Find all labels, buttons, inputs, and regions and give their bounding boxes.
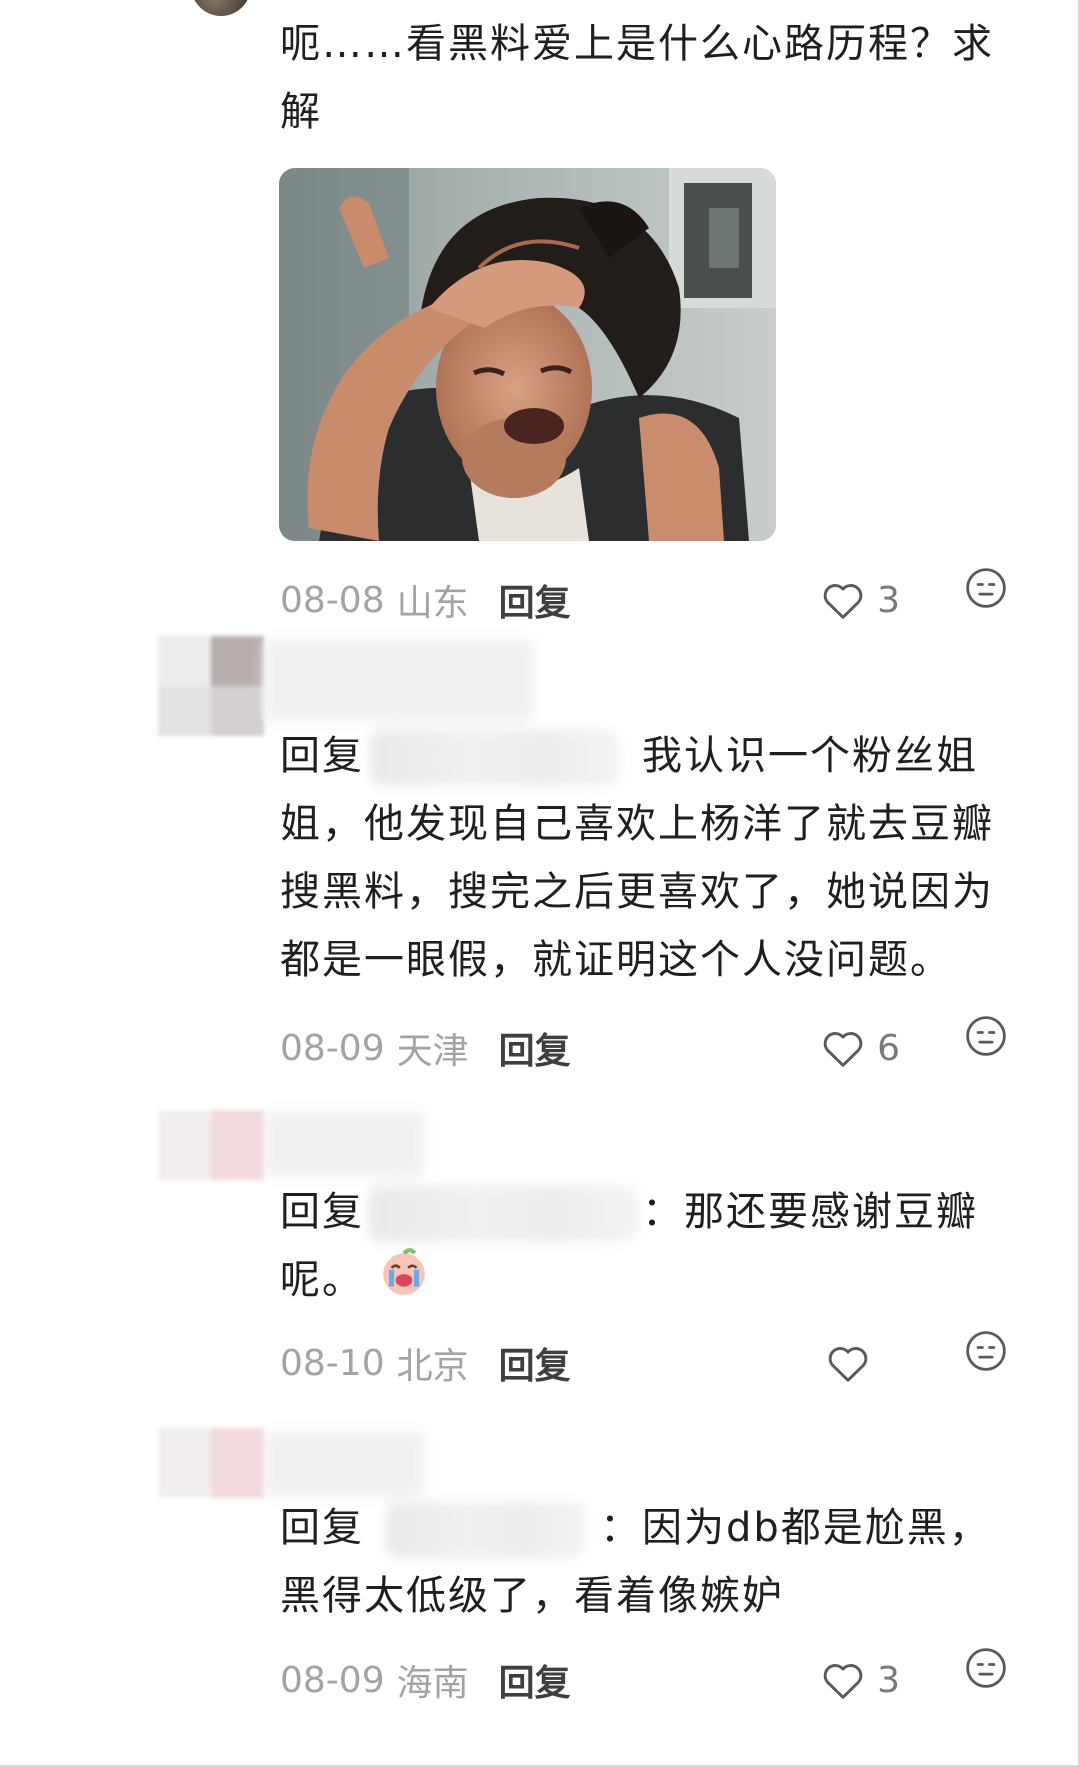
avatar[interactable] [158, 636, 264, 736]
comment-text: 回复 ：因为db都是尬黑，黑得太低级了，看着像嫉妒 [280, 1494, 1020, 1630]
comment-meta: 08-09 天津 回复 [280, 1018, 1020, 1078]
comment-location: 山东 [396, 583, 469, 624]
separator: ： [642, 1189, 684, 1235]
heart-outline-icon [828, 1347, 868, 1382]
heart-outline-icon [823, 1032, 863, 1067]
comment-date: 08-10 [280, 1342, 385, 1384]
comment-date: 08-09 [280, 1027, 385, 1069]
comment-location: 天津 [396, 1031, 469, 1072]
reply-button[interactable]: 回复 [499, 1654, 571, 1706]
comment-text: 呃……看黑料爱上是什么心路历程？求解 [280, 21, 994, 135]
meme-image-drawing [279, 168, 776, 541]
like-count: 6 [877, 1027, 900, 1069]
comment-text: 回复 我认识一个粉丝姐姐，他发现自己喜欢上杨洋了就去豆瓣搜黑料，搜完之后更喜欢了，… [280, 722, 1020, 994]
avatar[interactable] [158, 1110, 264, 1180]
neutral-face-icon [966, 1648, 1006, 1688]
comment-meta: 08-10 北京 回复 [280, 1333, 1020, 1393]
like-count: 3 [877, 1659, 900, 1701]
reply-prefix: 回复 [280, 1189, 364, 1235]
comment-location: 北京 [396, 1346, 469, 1387]
emoji-reaction-button[interactable] [965, 1015, 1007, 1061]
separator: ： [600, 1505, 642, 1551]
neutral-face-icon [966, 1331, 1006, 1371]
like-button[interactable] [826, 1333, 882, 1393]
reply-button[interactable]: 回复 [499, 1337, 571, 1389]
heart-outline-icon [823, 584, 863, 619]
comment-location: 海南 [396, 1663, 469, 1704]
neutral-face-icon [966, 1016, 1006, 1056]
emoji-reaction-button[interactable] [965, 1647, 1007, 1693]
like-button[interactable]: 6 [821, 1018, 900, 1078]
mention-redacted[interactable] [370, 730, 620, 786]
comment-text: 回复 ：那还要感谢豆瓣呢。 [280, 1178, 1020, 1318]
comment-date: 08-09 [280, 1659, 385, 1701]
like-button[interactable]: 3 [821, 570, 900, 630]
comment-meta: 08-08 山东 回复 [280, 570, 1020, 630]
comment-meta: 08-09 海南 回复 [280, 1650, 1020, 1710]
emoji-reaction-button[interactable] [965, 1330, 1007, 1376]
username-redacted[interactable] [264, 640, 534, 720]
avatar[interactable] [158, 1428, 264, 1498]
username-redacted[interactable] [264, 1112, 424, 1176]
username-redacted[interactable] [264, 1432, 424, 1496]
crying-emoji-sticker [379, 1247, 429, 1318]
like-button[interactable]: 3 [821, 1650, 900, 1710]
comment-date: 08-08 [280, 579, 385, 621]
mention-redacted[interactable] [368, 1186, 638, 1242]
meme-image[interactable] [279, 168, 776, 541]
emoji-reaction-button[interactable] [965, 567, 1007, 613]
reply-button[interactable]: 回复 [499, 574, 571, 626]
heart-outline-icon [823, 1664, 863, 1699]
neutral-face-icon [966, 568, 1006, 608]
reply-prefix: 回复 [280, 1505, 364, 1551]
like-count: 3 [877, 579, 900, 621]
reply-prefix: 回复 [280, 733, 364, 779]
mention-redacted[interactable] [386, 1502, 586, 1558]
reply-button[interactable]: 回复 [499, 1022, 571, 1074]
